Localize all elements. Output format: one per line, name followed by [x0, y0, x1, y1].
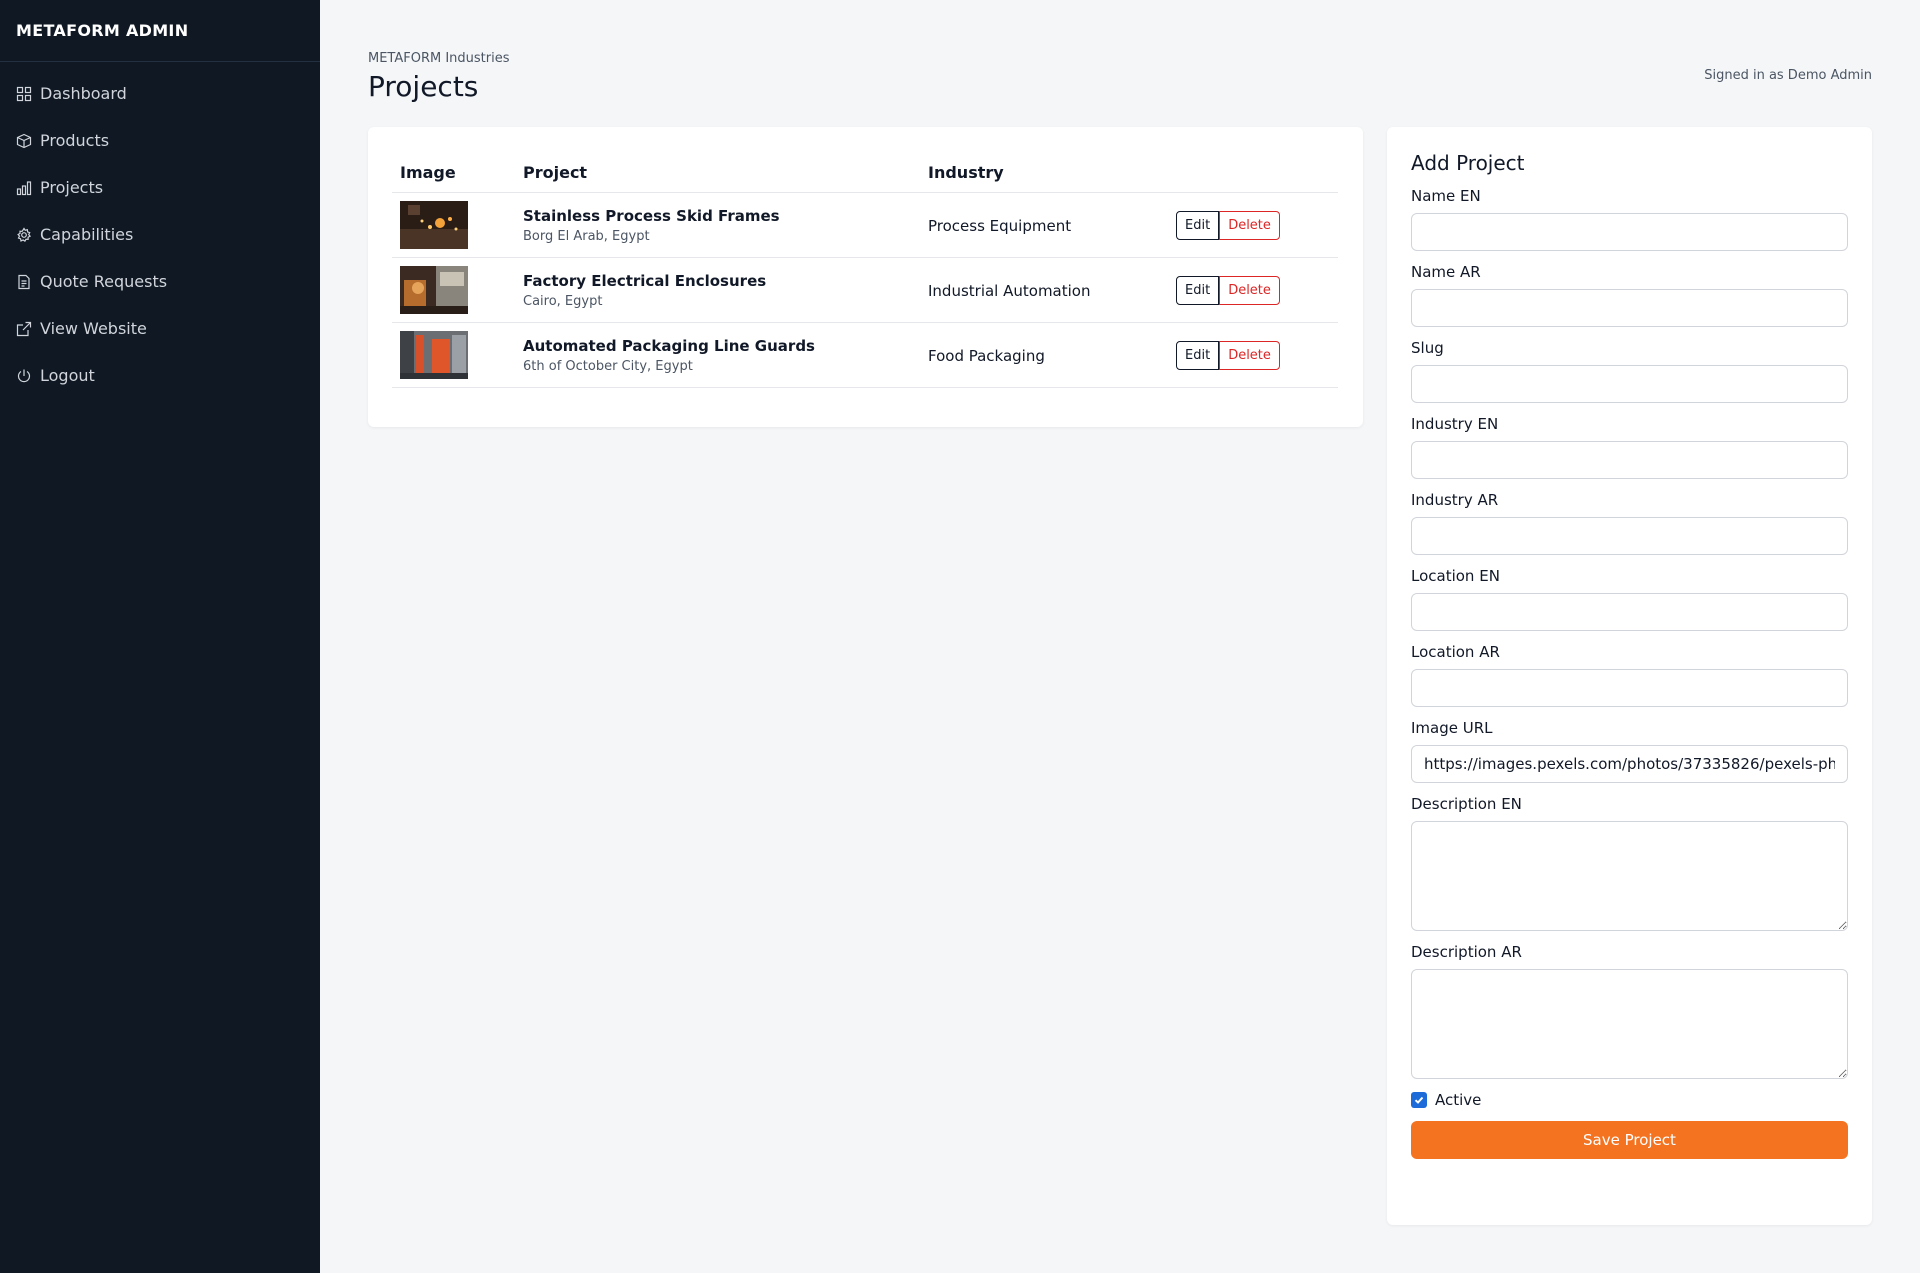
sidebar-item-label: Logout: [40, 366, 95, 385]
projects-table-card: Image Project Industry Stainless Process…: [368, 127, 1363, 427]
edit-button[interactable]: Edit: [1176, 210, 1220, 240]
industry-ar-input[interactable]: [1411, 517, 1848, 555]
gear-icon: [17, 226, 32, 242]
sidebar-item-projects[interactable]: Projects: [0, 164, 320, 211]
edit-button[interactable]: Edit: [1176, 340, 1220, 370]
image-url-input[interactable]: [1411, 745, 1848, 783]
edit-button[interactable]: Edit: [1176, 275, 1220, 305]
project-thumbnail: [400, 331, 468, 379]
name-ar-input[interactable]: [1411, 289, 1848, 327]
sidebar-item-capabilities[interactable]: Capabilities: [0, 211, 320, 258]
project-name: Automated Packaging Line Guards: [523, 336, 815, 355]
name-en-label: Name EN: [1411, 187, 1481, 205]
image-url-label: Image URL: [1411, 719, 1493, 737]
industry-en-label: Industry EN: [1411, 415, 1499, 433]
box-icon: [16, 133, 32, 148]
row-actions: Edit Delete: [1176, 340, 1280, 370]
image-cell: [392, 192, 515, 258]
row-actions: Edit Delete: [1176, 210, 1280, 240]
form-title: Add Project: [1411, 151, 1525, 175]
sidebar-item-label: Capabilities: [40, 225, 134, 244]
document-icon: [18, 274, 30, 289]
project-cell: Stainless Process Skid Frames Borg El Ar…: [515, 192, 920, 258]
actions-cell: Edit Delete: [1168, 192, 1338, 258]
description-ar-label: Description AR: [1411, 943, 1522, 961]
project-location: Borg El Arab, Egypt: [523, 228, 650, 244]
project-industry: Process Equipment: [928, 216, 1072, 235]
bar-chart-icon: [16, 180, 32, 195]
active-toggle-row: Active: [1411, 1091, 1848, 1109]
location-en-input[interactable]: [1411, 593, 1848, 631]
industry-cell: Process Equipment: [920, 192, 1168, 258]
delete-button[interactable]: Delete: [1219, 210, 1280, 240]
location-ar-input[interactable]: [1411, 669, 1848, 707]
sidebar-item-quote-requests[interactable]: Quote Requests: [0, 258, 320, 305]
slug-label: Slug: [1411, 339, 1444, 357]
table-row: Automated Packaging Line Guards 6th of O…: [392, 322, 1338, 388]
brand-logo-text: METAFORM ADMIN: [0, 0, 320, 62]
page-title: Projects: [368, 70, 479, 103]
sidebar-item-view-website[interactable]: View Website: [0, 305, 320, 352]
sidebar-item-label: View Website: [40, 319, 147, 338]
power-icon: [17, 369, 31, 382]
table-row: Stainless Process Skid Frames Borg El Ar…: [392, 192, 1338, 258]
column-header-image: Image: [392, 151, 515, 193]
industry-cell: Industrial Automation: [920, 257, 1168, 323]
sidebar-item-products[interactable]: Products: [0, 117, 320, 164]
industry-en-input[interactable]: [1411, 441, 1848, 479]
description-en-textarea[interactable]: [1411, 821, 1848, 931]
sidebar-item-label: Products: [40, 131, 110, 150]
project-name: Stainless Process Skid Frames: [523, 206, 780, 225]
column-header-actions: [1168, 151, 1338, 193]
checkmark-icon: [1414, 1096, 1424, 1104]
active-checkbox[interactable]: [1411, 1092, 1427, 1108]
location-en-label: Location EN: [1411, 567, 1500, 585]
name-ar-label: Name AR: [1411, 263, 1481, 281]
project-thumbnail: [400, 201, 468, 249]
image-cell: [392, 257, 515, 323]
slug-input[interactable]: [1411, 365, 1848, 403]
description-en-label: Description EN: [1411, 795, 1522, 813]
industry-ar-label: Industry AR: [1411, 491, 1499, 509]
sidebar-item-logout[interactable]: Logout: [0, 352, 320, 399]
project-cell: Factory Electrical Enclosures Cairo, Egy…: [515, 257, 920, 323]
actions-cell: Edit Delete: [1168, 257, 1338, 323]
delete-button[interactable]: Delete: [1219, 340, 1280, 370]
image-cell: [392, 322, 515, 388]
location-ar-label: Location AR: [1411, 643, 1500, 661]
column-header-industry: Industry: [920, 151, 1168, 193]
signed-in-status: Signed in as Demo Admin: [1704, 68, 1872, 83]
project-location: 6th of October City, Egypt: [523, 358, 693, 374]
column-header-project: Project: [515, 151, 920, 193]
sidebar: METAFORM ADMIN Dashboard Products Projec…: [0, 0, 320, 1273]
delete-button[interactable]: Delete: [1219, 275, 1280, 305]
projects-table: Image Project Industry Stainless Process…: [392, 151, 1338, 388]
company-name: METAFORM Industries: [368, 51, 510, 66]
add-project-form: Add Project Name EN Name AR Slug Industr…: [1387, 127, 1872, 1225]
project-industry: Industrial Automation: [928, 281, 1091, 300]
grid-icon: [16, 86, 32, 101]
project-industry: Food Packaging: [928, 346, 1045, 365]
active-label: Active: [1435, 1091, 1482, 1109]
external-link-icon: [16, 321, 32, 336]
sidebar-nav: Dashboard Products Projects Capabilities: [0, 62, 320, 399]
project-cell: Automated Packaging Line Guards 6th of O…: [515, 322, 920, 388]
industry-cell: Food Packaging: [920, 322, 1168, 388]
save-project-button[interactable]: Save Project: [1411, 1121, 1848, 1159]
row-actions: Edit Delete: [1176, 275, 1280, 305]
sidebar-item-label: Dashboard: [40, 84, 127, 103]
project-name: Factory Electrical Enclosures: [523, 271, 767, 290]
description-ar-textarea[interactable]: [1411, 969, 1848, 1079]
table-header-row: Image Project Industry: [392, 151, 1338, 193]
sidebar-item-dashboard[interactable]: Dashboard: [0, 70, 320, 117]
sidebar-item-label: Projects: [40, 178, 104, 197]
project-location: Cairo, Egypt: [523, 293, 603, 309]
table-row: Factory Electrical Enclosures Cairo, Egy…: [392, 257, 1338, 323]
project-thumbnail: [400, 266, 468, 314]
sidebar-item-label: Quote Requests: [40, 272, 168, 291]
actions-cell: Edit Delete: [1168, 322, 1338, 388]
name-en-input[interactable]: [1411, 213, 1848, 251]
